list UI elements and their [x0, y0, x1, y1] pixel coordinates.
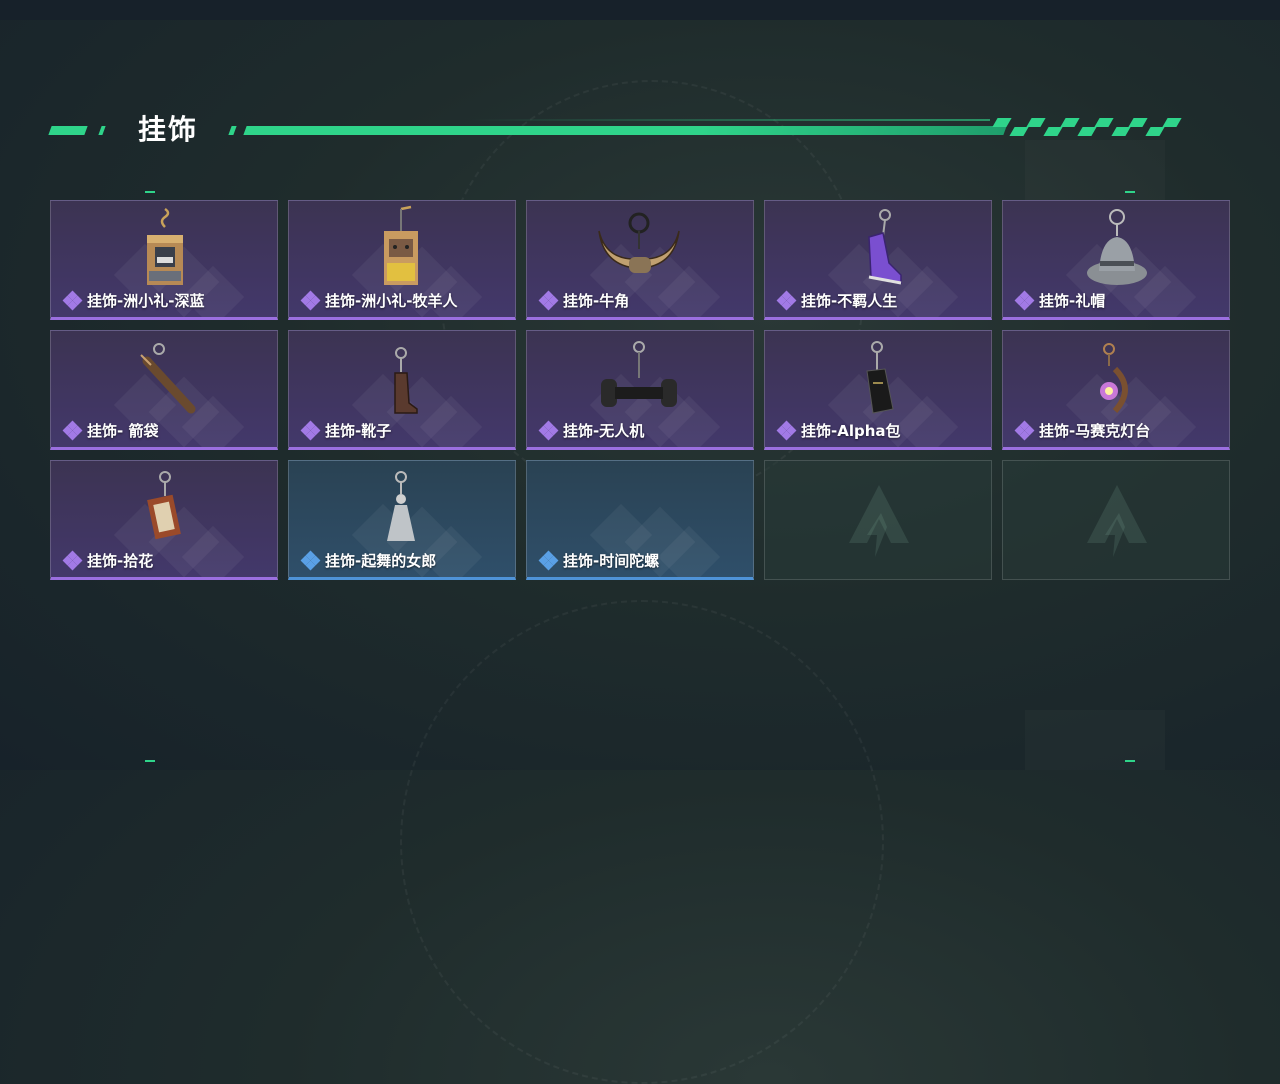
item-label: 挂饰-不羁人生	[776, 290, 898, 311]
rarity-diamond-icon	[776, 420, 797, 441]
rarity-diamond-icon	[62, 550, 83, 571]
dancing-lady-charm-icon	[289, 461, 515, 556]
item-label: 挂饰-拾花	[62, 550, 154, 571]
item-card[interactable]: 挂饰-不羁人生	[764, 200, 992, 320]
rarity-diamond-icon	[538, 550, 559, 571]
corner-tick	[145, 760, 155, 762]
sneaker-charm-icon	[765, 201, 991, 296]
game-logo-icon	[1087, 485, 1147, 557]
item-label: 挂饰- 箭袋	[62, 420, 159, 441]
rarity-diamond-icon	[538, 290, 559, 311]
item-name: 挂饰-洲小礼-深蓝	[87, 292, 205, 310]
header-checker-pattern	[992, 118, 1205, 136]
item-name: 挂饰-起舞的女郎	[325, 552, 437, 570]
rarity-diamond-icon	[776, 290, 797, 311]
header-dash	[48, 126, 88, 135]
rarity-diamond-icon	[62, 420, 83, 441]
rarity-diamond-icon	[300, 550, 321, 571]
item-label: 挂饰-起舞的女郎	[300, 550, 437, 571]
rarity-diamond-icon	[1014, 420, 1035, 441]
item-label: 挂饰-靴子	[300, 420, 392, 441]
background-ring	[400, 600, 884, 1084]
item-card[interactable]: 挂饰-起舞的女郎	[288, 460, 516, 580]
rarity-diamond-icon	[300, 290, 321, 311]
item-card[interactable]: 挂饰-牛角	[526, 200, 754, 320]
corner-tick	[1125, 191, 1135, 193]
background-block	[1025, 710, 1165, 770]
section-title: 挂饰	[138, 113, 199, 146]
item-name: 挂饰-牛角	[563, 292, 630, 310]
alpha-bag-charm-icon	[765, 331, 991, 426]
item-name: 挂饰-礼帽	[1039, 292, 1106, 310]
item-label: 挂饰-Alpha包	[776, 420, 901, 441]
item-card[interactable]: 挂饰-时间陀螺	[526, 460, 754, 580]
empty-slot	[764, 460, 992, 580]
item-label: 挂饰-马赛克灯台	[1014, 420, 1151, 441]
corner-tick	[145, 191, 155, 193]
item-card[interactable]: 挂饰-洲小礼-牧羊人	[288, 200, 516, 320]
item-card[interactable]: 挂饰-靴子	[288, 330, 516, 450]
item-card[interactable]: 挂饰-洲小礼-深蓝	[50, 200, 278, 320]
mosaic-lamp-charm-icon	[1003, 331, 1229, 426]
item-name: 挂饰-靴子	[325, 422, 392, 440]
rarity-diamond-icon	[300, 420, 321, 441]
rarity-diamond-icon	[538, 420, 559, 441]
item-card[interactable]: 挂饰- 箭袋	[50, 330, 278, 450]
game-logo-icon	[849, 485, 909, 557]
header-bar	[243, 126, 1007, 135]
top-bar	[0, 0, 1280, 20]
item-name: 挂饰-Alpha包	[801, 422, 901, 440]
item-name: 挂饰- 箭袋	[87, 422, 159, 440]
item-card[interactable]: 挂饰-马赛克灯台	[1002, 330, 1230, 450]
item-card[interactable]: 挂饰-拾花	[50, 460, 278, 580]
rarity-diamond-icon	[62, 290, 83, 311]
item-name: 挂饰-洲小礼-牧羊人	[325, 292, 458, 310]
rarity-diamond-icon	[1014, 290, 1035, 311]
bull-horns-charm-icon	[527, 201, 753, 296]
item-label: 挂饰-洲小礼-牧羊人	[300, 290, 458, 311]
item-label: 挂饰-时间陀螺	[538, 550, 660, 571]
item-label: 挂饰-无人机	[538, 420, 645, 441]
time-top-charm-icon	[527, 461, 753, 556]
header-dash	[98, 126, 106, 135]
corner-tick	[1125, 760, 1135, 762]
boot-charm-icon	[289, 331, 515, 426]
gift-box-shepherd-charm-icon	[289, 201, 515, 296]
item-card[interactable]: 挂饰-Alpha包	[764, 330, 992, 450]
item-card[interactable]: 挂饰-礼帽	[1002, 200, 1230, 320]
quiver-charm-icon	[51, 331, 277, 426]
header-thin-line	[470, 119, 990, 121]
header-dash	[228, 126, 237, 135]
item-name: 挂饰-马赛克灯台	[1039, 422, 1151, 440]
empty-slot	[1002, 460, 1230, 580]
item-card[interactable]: 挂饰-无人机	[526, 330, 754, 450]
gift-box-charm-icon	[51, 201, 277, 296]
item-label: 挂饰-洲小礼-深蓝	[62, 290, 205, 311]
item-label: 挂饰-礼帽	[1014, 290, 1106, 311]
item-name: 挂饰-无人机	[563, 422, 645, 440]
item-label: 挂饰-牛角	[538, 290, 630, 311]
item-name: 挂饰-时间陀螺	[563, 552, 660, 570]
picture-frame-charm-icon	[51, 461, 277, 556]
drone-charm-icon	[527, 331, 753, 426]
item-name: 挂饰-不羁人生	[801, 292, 898, 310]
item-name: 挂饰-拾花	[87, 552, 154, 570]
fedora-hat-charm-icon	[1003, 201, 1229, 296]
item-grid: 挂饰-洲小礼-深蓝 挂饰-洲小礼-牧羊人 挂饰-牛角 挂饰-不羁人生 挂饰-礼帽…	[50, 200, 1230, 580]
